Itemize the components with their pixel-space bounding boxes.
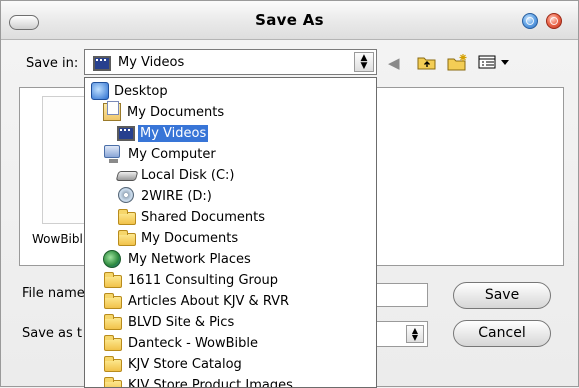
cd-drive-icon [118,187,134,203]
save-as-dialog: Save As Save in: My Videos ▲ ▼ ◀ WowBibl … [0,0,579,388]
up-folder-icon[interactable] [417,54,437,70]
folder-icon [104,314,122,330]
new-folder-icon[interactable] [447,53,469,71]
folder-icon [104,293,122,309]
back-icon[interactable]: ◀ [388,55,400,71]
combobox-arrow-icon[interactable]: ▲ ▼ [354,52,374,72]
select-arrow-icon[interactable]: ▲ ▼ [406,325,424,343]
folder-icon [104,335,122,351]
file-name-input[interactable] [376,283,428,307]
desktop-icon [91,82,109,100]
my-documents-icon [103,101,121,121]
file-item-label[interactable]: WowBibl [32,232,83,246]
close-button[interactable] [546,13,562,29]
video-folder-icon [93,53,111,71]
help-icon [526,17,534,25]
dialog-title: Save As [255,11,324,29]
help-button[interactable] [522,13,538,29]
close-icon [550,17,558,25]
folder-icon [104,356,122,372]
title-bar[interactable]: Save As [1,1,578,40]
video-folder-icon [117,126,135,141]
computer-icon [104,145,120,163]
save-in-value: My Videos [118,55,185,70]
hard-disk-icon [115,171,139,181]
save-as-type-label: Save as t [22,326,83,341]
cancel-button[interactable]: Cancel [453,320,551,347]
save-in-dropdown-list[interactable]: Desktop My Documents My Videos My Comput… [84,77,377,388]
folder-icon [118,209,136,225]
file-name-label: File name [22,286,85,301]
network-icon [103,250,121,268]
views-menu-icon[interactable] [478,54,512,70]
folder-icon [104,272,122,288]
save-in-combobox[interactable]: My Videos ▲ ▼ [84,49,377,75]
save-button[interactable]: Save [453,282,551,309]
save-in-label: Save in: [26,56,79,71]
save-as-type-select[interactable]: ▲ ▼ [376,321,428,347]
folder-icon [118,230,136,246]
